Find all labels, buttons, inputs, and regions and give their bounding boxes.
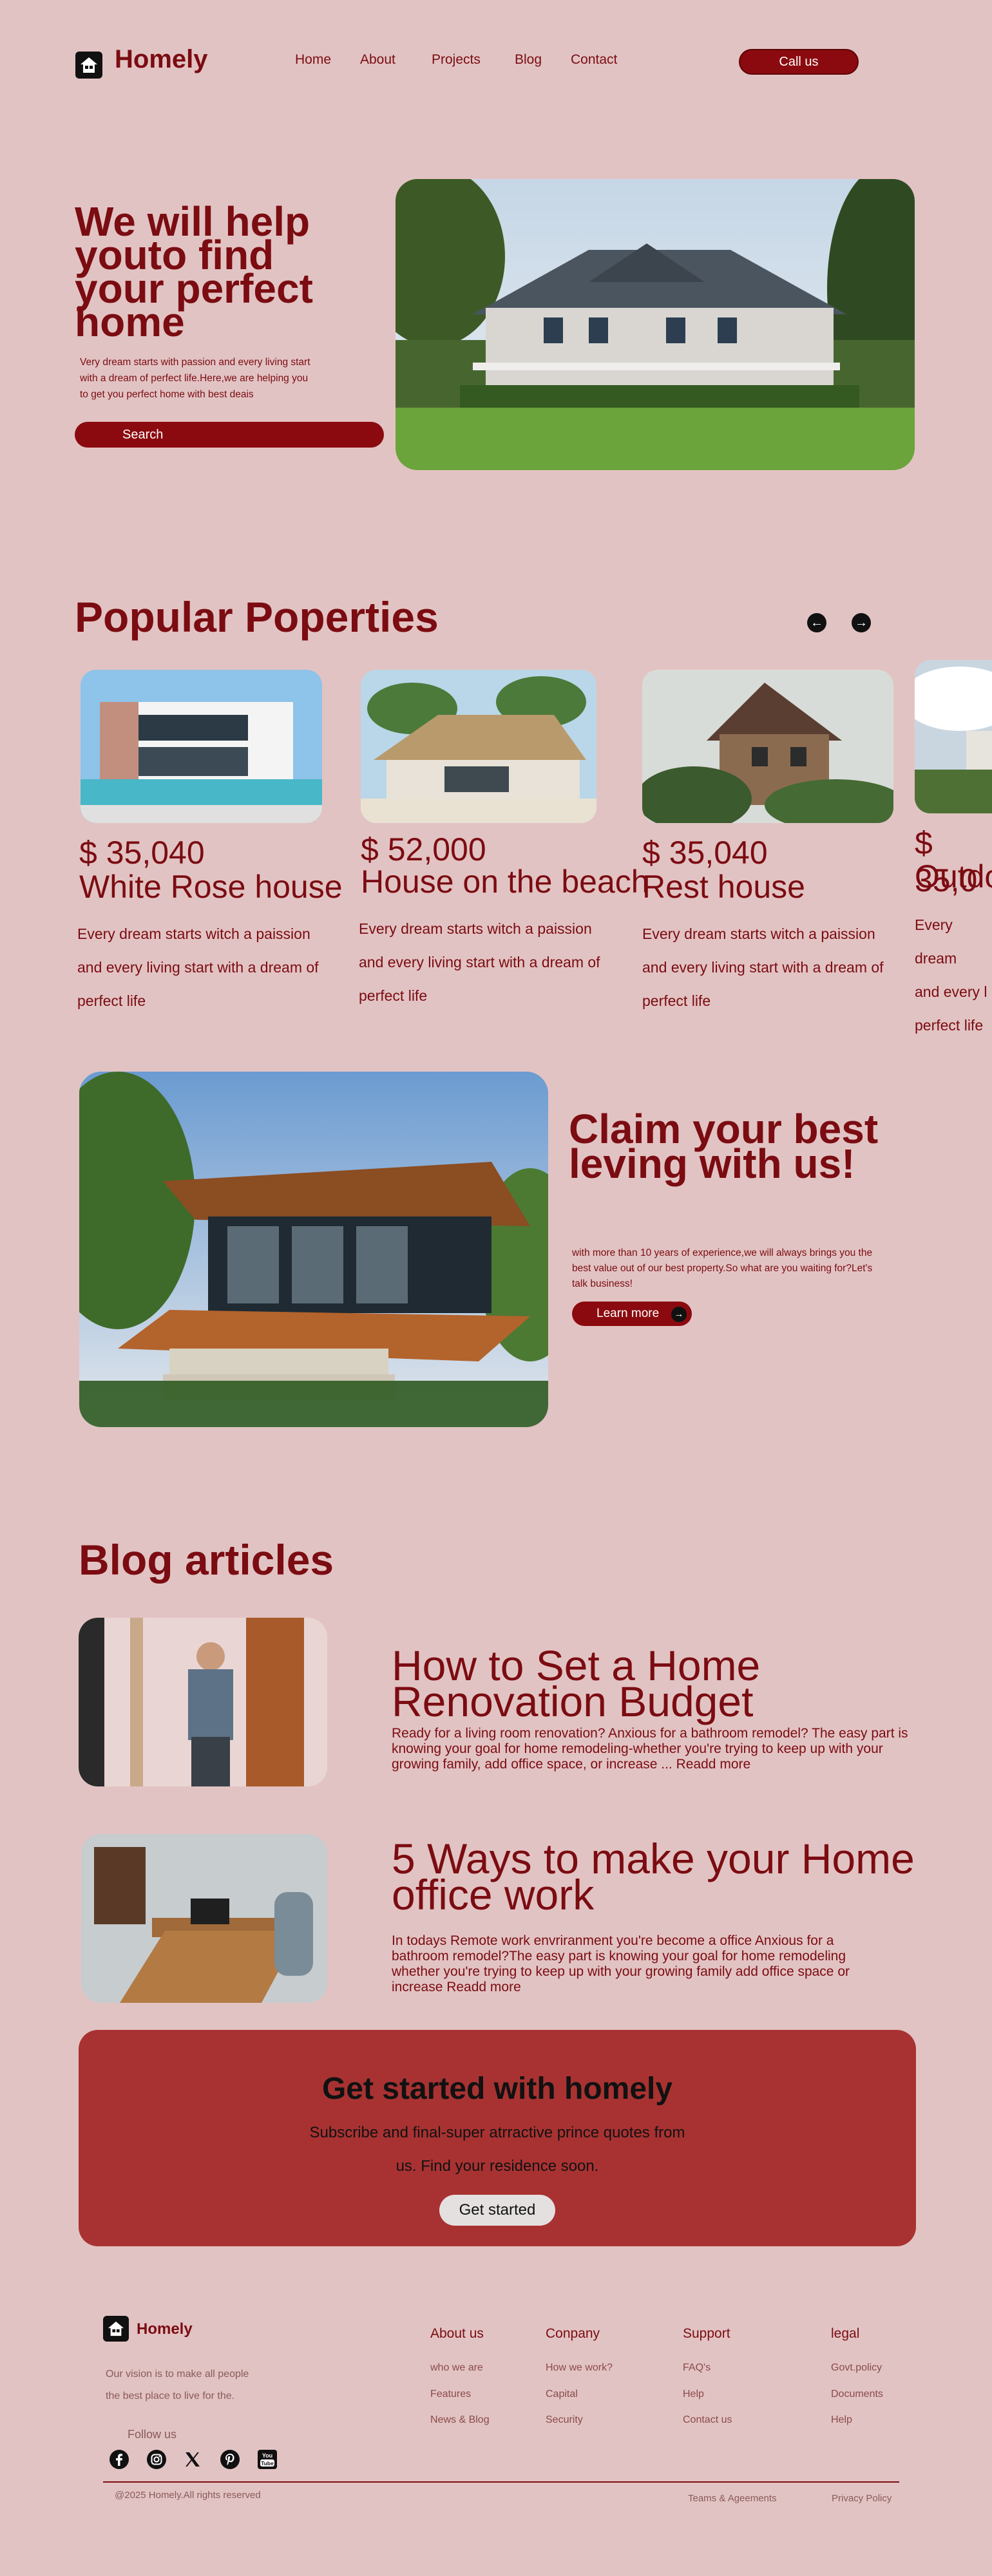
property-description: Every dream starts witch a paission and … bbox=[359, 920, 600, 1004]
hero-description: Very dream starts with passion and every… bbox=[80, 357, 310, 400]
footer-col-about-head: About us bbox=[430, 2326, 484, 2341]
nav-blog[interactable]: Blog bbox=[515, 52, 542, 68]
property-image-beach-house[interactable] bbox=[361, 670, 596, 823]
footer-col-legal-head: legal bbox=[831, 2326, 860, 2341]
blog-image-office[interactable] bbox=[81, 1834, 327, 2003]
prev-arrow-icon[interactable]: ← bbox=[807, 613, 826, 632]
property-price: $ 35,040 bbox=[79, 835, 205, 871]
svg-text:You: You bbox=[262, 2452, 272, 2459]
learn-more-label: Learn more bbox=[596, 1307, 660, 1320]
footer-link[interactable]: who we are bbox=[430, 2362, 483, 2374]
footer-link[interactable]: Features bbox=[430, 2389, 471, 2400]
footer-link[interactable]: How we work? bbox=[546, 2362, 613, 2374]
footer-link[interactable]: Help bbox=[831, 2414, 852, 2426]
facebook-icon[interactable] bbox=[108, 2448, 130, 2470]
cta-subtitle-line2: us. Find your residence soon. bbox=[396, 2157, 599, 2175]
footer-vision-line1: Our vision is to make all people bbox=[106, 2369, 249, 2380]
footer-link[interactable]: Contact us bbox=[683, 2414, 732, 2426]
popular-section-title: Popular Poperties bbox=[75, 593, 439, 641]
brand-name[interactable]: Homely bbox=[115, 45, 208, 74]
svg-text:Tube: Tube bbox=[261, 2460, 274, 2467]
footer-vision-line2: the best place to live for the. bbox=[106, 2391, 235, 2401]
call-us-button[interactable]: Call us bbox=[739, 49, 859, 75]
copyright-text: @2025 Homely.All rights reserved bbox=[115, 2490, 261, 2501]
cta-title: Get started with homely bbox=[321, 2072, 673, 2106]
property-image-white-rose[interactable] bbox=[81, 670, 322, 823]
property-price: $ 35,040 bbox=[642, 835, 768, 871]
instagram-icon[interactable] bbox=[146, 2448, 167, 2470]
youtube-icon[interactable]: You Tube bbox=[256, 2448, 278, 2470]
x-twitter-icon[interactable] bbox=[182, 2448, 204, 2470]
nav-projects[interactable]: Projects bbox=[432, 52, 481, 68]
property-image-outdoor[interactable] bbox=[915, 660, 992, 813]
blog-article-description: Ready for a living room renovation? Anxi… bbox=[392, 1726, 908, 1772]
property-description: Every dream starts witch a paission and … bbox=[77, 925, 319, 1009]
learn-more-button[interactable]: Learn more → bbox=[572, 1302, 692, 1326]
claim-description: with more than 10 years of experience,we… bbox=[572, 1247, 873, 1289]
property-name[interactable]: Rest house bbox=[642, 868, 805, 905]
blog-article-description: In todays Remote work envriranment you'r… bbox=[392, 1933, 850, 1994]
property-name[interactable]: Outdo bbox=[915, 858, 992, 895]
arrow-right-icon: → bbox=[671, 1307, 687, 1322]
blog-article-title[interactable]: How to Set a Home Renovation Budget bbox=[392, 1644, 907, 1723]
terms-link[interactable]: Teams & Ageements bbox=[688, 2493, 777, 2504]
footer-col-support-head: Support bbox=[683, 2326, 730, 2341]
follow-us-label: Follow us bbox=[128, 2428, 177, 2441]
blog-article-title[interactable]: 5 Ways to make your Home office work bbox=[392, 1837, 920, 1916]
footer-link[interactable]: Security bbox=[546, 2414, 583, 2426]
blog-image-renovation[interactable] bbox=[79, 1618, 327, 1786]
footer-link[interactable]: News & Blog bbox=[430, 2414, 490, 2426]
property-name[interactable]: White Rose house bbox=[79, 868, 343, 905]
next-arrow-icon[interactable]: → bbox=[852, 613, 871, 632]
search-button[interactable]: Search bbox=[75, 422, 384, 448]
footer-divider bbox=[103, 2481, 899, 2483]
footer-link[interactable]: FAQ's bbox=[683, 2362, 711, 2374]
nav-about[interactable]: About bbox=[360, 52, 396, 68]
footer-home-logo-icon[interactable] bbox=[103, 2316, 129, 2342]
get-started-button[interactable]: Get started bbox=[439, 2195, 555, 2226]
cta-banner: Get started with homely Subscribe and fi… bbox=[79, 2030, 916, 2246]
property-description: Every dream and every l perfect life bbox=[915, 916, 987, 1034]
footer-col-company-head: Conpany bbox=[546, 2326, 600, 2341]
footer-link[interactable]: Documents bbox=[831, 2389, 883, 2400]
footer-link[interactable]: Capital bbox=[546, 2389, 578, 2400]
footer-link[interactable]: Help bbox=[683, 2389, 704, 2400]
property-description: Every dream starts witch a paission and … bbox=[642, 925, 884, 1009]
home-logo-icon[interactable] bbox=[75, 52, 102, 79]
nav-contact[interactable]: Contact bbox=[571, 52, 617, 68]
privacy-link[interactable]: Privacy Policy bbox=[832, 2493, 892, 2504]
modern-house-image bbox=[79, 1072, 548, 1427]
cta-subtitle-line1: Subscribe and final-super atrractive pri… bbox=[309, 2124, 685, 2141]
property-image-rest-house[interactable] bbox=[642, 670, 893, 823]
hero-title: We will help youto find your perfect hom… bbox=[75, 198, 313, 345]
hero-house-image bbox=[396, 179, 915, 470]
nav-home[interactable]: Home bbox=[295, 52, 331, 68]
blog-section-title: Blog articles bbox=[79, 1536, 334, 1584]
footer-link[interactable]: Govt.policy bbox=[831, 2362, 882, 2374]
property-name[interactable]: House on the beach bbox=[361, 863, 649, 900]
footer-brand[interactable]: Homely bbox=[137, 2320, 193, 2338]
pinterest-icon[interactable] bbox=[219, 2448, 241, 2470]
claim-title: Claim your best leving with us! bbox=[569, 1106, 879, 1187]
